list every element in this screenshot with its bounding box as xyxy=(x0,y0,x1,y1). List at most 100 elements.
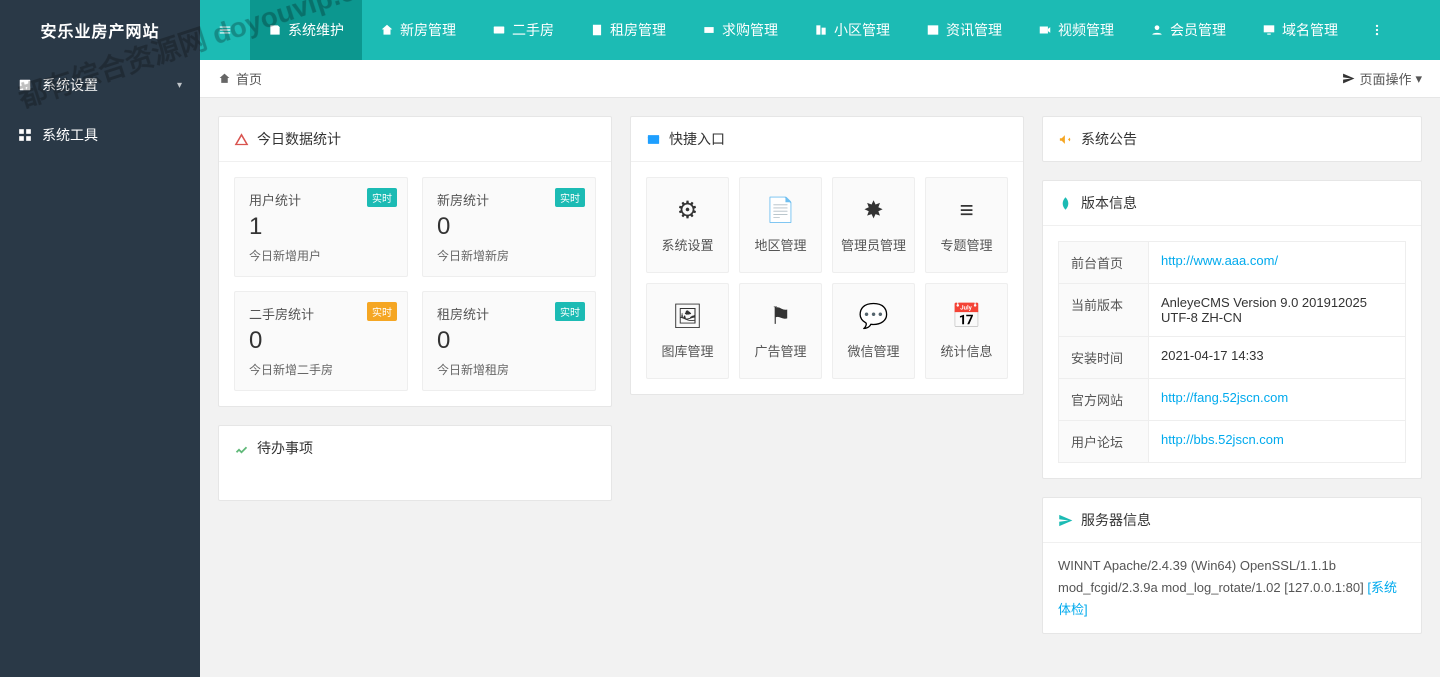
todo-title: 待办事项 xyxy=(257,438,313,458)
nav-member[interactable]: 会员管理 xyxy=(1132,0,1244,60)
version-bbs-key: 用户论坛 xyxy=(1059,421,1149,463)
todo-card: 待办事项 xyxy=(218,425,612,501)
nav-new-house[interactable]: 新房管理 xyxy=(362,0,474,60)
stat-value: 0 xyxy=(437,213,581,241)
menu-collapse-icon xyxy=(218,23,232,37)
card-icon xyxy=(646,132,661,147)
realtime-badge: 实时 xyxy=(555,188,585,207)
nav-label: 域名管理 xyxy=(1282,20,1338,40)
version-front-link[interactable]: http://www.aaa.com/ xyxy=(1161,253,1278,268)
quick-item-6[interactable]: 💬 微信管理 xyxy=(832,283,915,379)
breadcrumb-bar: 首页 页面操作 ▾ xyxy=(200,60,1440,98)
stat-sub: 今日新增租房 xyxy=(437,361,581,378)
send-icon xyxy=(1058,513,1073,528)
monitor-icon xyxy=(1262,23,1276,37)
version-install-val: 2021-04-17 14:33 xyxy=(1149,337,1406,379)
quick-label: 统计信息 xyxy=(940,341,992,360)
nav-video[interactable]: 视频管理 xyxy=(1020,0,1132,60)
nav-toggle[interactable] xyxy=(200,0,250,60)
nav-label: 租房管理 xyxy=(610,20,666,40)
sidebar-item-tools[interactable]: 系统工具 xyxy=(0,110,200,160)
version-title: 版本信息 xyxy=(1081,193,1137,213)
version-ver-val: AnleyeCMS Version 9.0 201912025 UTF-8 ZH… xyxy=(1149,284,1406,337)
quick-icon: ⚙ xyxy=(677,196,699,225)
quick-label: 微信管理 xyxy=(847,341,899,360)
server-title: 服务器信息 xyxy=(1081,510,1151,530)
save-icon xyxy=(268,23,282,37)
quick-label: 图库管理 xyxy=(661,341,713,360)
notice-title: 系统公告 xyxy=(1081,129,1137,149)
chart-line-icon xyxy=(234,441,249,456)
version-front-key: 前台首页 xyxy=(1059,242,1149,284)
quick-label: 系统设置 xyxy=(661,235,713,254)
nav-more[interactable] xyxy=(1356,0,1398,60)
page-operations[interactable]: 页面操作 ▾ xyxy=(1342,69,1422,88)
version-site-link[interactable]: http://fang.52jscn.com xyxy=(1161,390,1288,405)
card-icon xyxy=(492,23,506,37)
quick-title: 快捷入口 xyxy=(669,129,725,149)
nav-label: 视频管理 xyxy=(1058,20,1114,40)
warning-icon xyxy=(234,132,249,147)
top-nav: 系统维护 新房管理 二手房 租房管理 求购管理 小区管理 xyxy=(200,0,1440,60)
realtime-badge: 实时 xyxy=(367,302,397,321)
quick-icon: 📅 xyxy=(952,302,982,331)
stat-value: 0 xyxy=(249,327,393,355)
settings-icon xyxy=(18,78,32,92)
quick-icon: 💬 xyxy=(859,302,889,331)
page-op-label: 页面操作 xyxy=(1359,69,1411,88)
building-icon xyxy=(590,23,604,37)
quick-card: 快捷入口 ⚙ 系统设置 📄 地区管理 ✸ 管理员管理 ≡专题管理 🖼 图库管理 ⚑广告管理 💬 微信管… xyxy=(630,116,1024,395)
stat-value: 1 xyxy=(249,213,393,241)
chevron-down-icon: ▾ xyxy=(1415,71,1422,87)
nav-domain[interactable]: 域名管理 xyxy=(1244,0,1356,60)
more-vertical-icon xyxy=(1370,23,1384,37)
nav-system-maintain[interactable]: 系统维护 xyxy=(250,0,362,60)
quick-label: 管理员管理 xyxy=(841,235,906,254)
nav-label: 系统维护 xyxy=(288,20,344,40)
quick-label: 专题管理 xyxy=(940,235,992,254)
quick-label: 广告管理 xyxy=(754,341,806,360)
home-icon xyxy=(380,23,394,37)
nav-buy[interactable]: 求购管理 xyxy=(684,0,796,60)
quick-item-5[interactable]: ⚑广告管理 xyxy=(739,283,822,379)
server-text: WINNT Apache/2.4.39 (Win64) OpenSSL/1.1.… xyxy=(1058,558,1367,595)
nav-label: 新房管理 xyxy=(400,20,456,40)
nav-label: 求购管理 xyxy=(722,20,778,40)
stats-title: 今日数据统计 xyxy=(257,129,341,149)
quick-item-0[interactable]: ⚙ 系统设置 xyxy=(646,177,729,273)
breadcrumb-home[interactable]: 首页 xyxy=(236,69,262,88)
quick-item-3[interactable]: ≡专题管理 xyxy=(925,177,1008,273)
nav-label: 小区管理 xyxy=(834,20,890,40)
logo: 安乐业房产网站 xyxy=(0,0,200,60)
quick-item-7[interactable]: 📅 统计信息 xyxy=(925,283,1008,379)
stat-sub: 今日新增新房 xyxy=(437,247,581,264)
send-icon xyxy=(1342,72,1355,85)
version-bbs-link[interactable]: http://bbs.52jscn.com xyxy=(1161,432,1284,447)
nav-rent[interactable]: 租房管理 xyxy=(572,0,684,60)
nav-second-hand[interactable]: 二手房 xyxy=(474,0,572,60)
stat-sub: 今日新增用户 xyxy=(249,247,393,264)
tag-icon xyxy=(702,23,716,37)
apartment-icon xyxy=(814,23,828,37)
version-ver-key: 当前版本 xyxy=(1059,284,1149,337)
quick-icon: 🖼 xyxy=(672,302,702,331)
version-install-key: 安装时间 xyxy=(1059,337,1149,379)
nav-label: 会员管理 xyxy=(1170,20,1226,40)
quick-item-1[interactable]: 📄 地区管理 xyxy=(739,177,822,273)
stat-rent: 实时 租房统计 0 今日新增租房 xyxy=(422,291,596,391)
quick-icon: 📄 xyxy=(766,196,796,225)
nav-district[interactable]: 小区管理 xyxy=(796,0,908,60)
stat-newhouse: 实时 新房统计 0 今日新增新房 xyxy=(422,177,596,277)
news-icon xyxy=(926,23,940,37)
stat-value: 0 xyxy=(437,327,581,355)
quick-label: 地区管理 xyxy=(754,235,806,254)
stat-users: 实时 用户统计 1 今日新增用户 xyxy=(234,177,408,277)
nav-label: 二手房 xyxy=(512,20,554,40)
sidebar-item-settings[interactable]: 系统设置 ▾ xyxy=(0,60,200,110)
nav-label: 资讯管理 xyxy=(946,20,1002,40)
quick-icon: ✸ xyxy=(863,196,883,225)
nav-news[interactable]: 资讯管理 xyxy=(908,0,1020,60)
quick-item-2[interactable]: ✸ 管理员管理 xyxy=(832,177,915,273)
quick-item-4[interactable]: 🖼 图库管理 xyxy=(646,283,729,379)
home-icon xyxy=(218,72,231,85)
